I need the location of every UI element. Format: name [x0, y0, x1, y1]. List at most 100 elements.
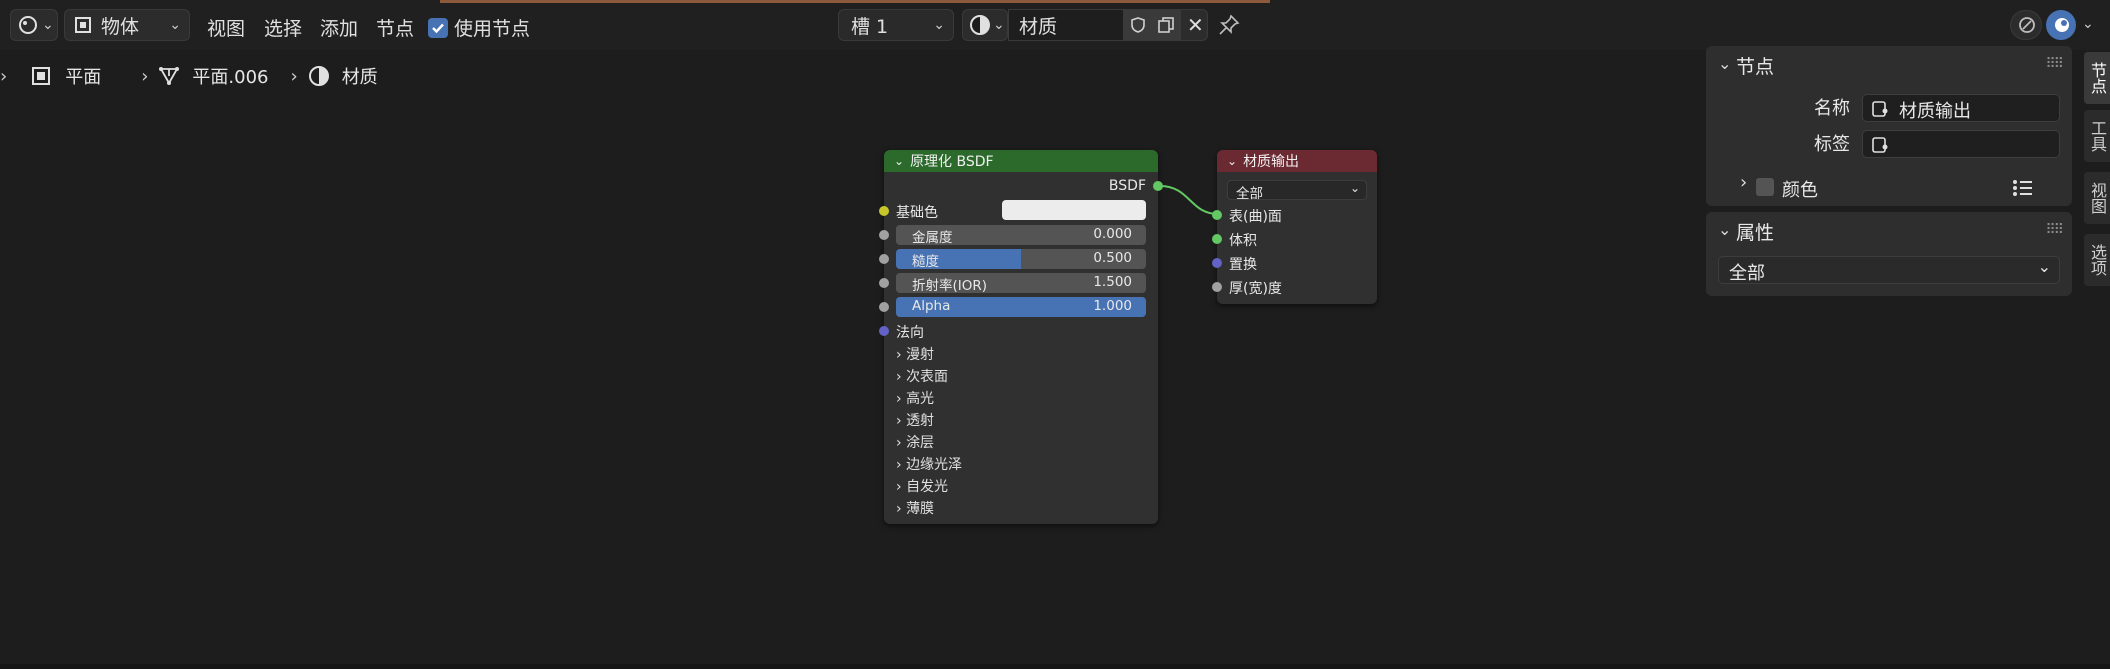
- panel-label: 薄膜: [906, 501, 935, 517]
- fake-user-button[interactable]: [1124, 9, 1152, 41]
- chevron-down-icon[interactable]: ⌄: [1718, 220, 1731, 239]
- menu-node[interactable]: 节点: [376, 14, 414, 41]
- chevron-down-icon: ⌄: [42, 17, 54, 33]
- tab-node[interactable]: 节点: [2084, 52, 2110, 104]
- material-name-field[interactable]: 材质: [1008, 9, 1124, 41]
- input-socket-alpha[interactable]: [879, 302, 889, 312]
- field-label: 糙度: [912, 254, 939, 269]
- slot-label: 槽 1: [851, 15, 889, 38]
- node-label-field[interactable]: [1862, 130, 2060, 158]
- base-color-label: 基础色: [896, 205, 938, 221]
- chevron-down-icon: ⌄: [1227, 154, 1238, 168]
- target-dropdown[interactable]: 全部 ⌄: [1227, 180, 1367, 202]
- node-title: 原理化 BSDF: [910, 154, 994, 170]
- breadcrumb-object: 平面: [65, 67, 102, 88]
- input-socket-thickness[interactable]: [1212, 282, 1222, 292]
- chevron-right-icon[interactable]: ›: [1740, 172, 1747, 193]
- chevron-down-icon: ⌄: [2037, 257, 2051, 276]
- chevron-down-icon[interactable]: ⌄: [1718, 54, 1731, 73]
- tab-tool[interactable]: 工具: [2084, 110, 2110, 162]
- editor-type-button[interactable]: ⌄: [10, 9, 58, 41]
- pin-button[interactable]: [1218, 14, 1240, 36]
- field-value: 0.500: [1093, 250, 1132, 266]
- object-icon: [73, 15, 93, 35]
- panel-title[interactable]: 节点: [1736, 52, 1774, 79]
- use-nodes-toggle[interactable]: 使用节点: [428, 14, 530, 41]
- panel-diffuse[interactable]: › 漫射: [896, 344, 934, 364]
- panel-thin-film[interactable]: › 薄膜: [896, 498, 934, 518]
- mode-label: 物体: [101, 15, 140, 38]
- volume-label: 体积: [1229, 233, 1257, 249]
- color-checkbox[interactable]: [1756, 178, 1774, 196]
- node-name-field[interactable]: 材质输出: [1862, 94, 2060, 122]
- menu-select[interactable]: 选择: [264, 14, 302, 41]
- output-socket-bsdf[interactable]: [1153, 181, 1163, 191]
- input-socket-metallic[interactable]: [879, 230, 889, 240]
- surface-label: 表(曲)面: [1229, 209, 1282, 225]
- window-accent-strip: [440, 0, 1270, 3]
- duplicate-icon: [1157, 16, 1175, 34]
- node-link-bsdf-to-surface: [1159, 185, 1219, 215]
- panel-coat[interactable]: › 涂层: [896, 432, 934, 452]
- material-sphere-icon: [308, 65, 330, 87]
- chevron-down-icon: ⌄: [169, 17, 181, 33]
- drag-handle-icon[interactable]: ⠿⠿: [2045, 222, 2063, 238]
- breadcrumb: › 平面 › 平面.006 › 材质: [0, 58, 378, 94]
- panel-label: 涂层: [906, 435, 935, 451]
- properties-target-dropdown[interactable]: 全部 ⌄: [1718, 256, 2060, 284]
- tab-view[interactable]: 视图: [2084, 172, 2110, 224]
- drag-handle-icon[interactable]: ⠿⠿: [2045, 56, 2063, 72]
- chevron-down-icon[interactable]: ⌄: [2082, 16, 2094, 32]
- material-slot-dropdown[interactable]: 槽 1 ⌄: [838, 9, 954, 41]
- duplicate-material-button[interactable]: [1152, 9, 1180, 41]
- close-icon: ✕: [1187, 13, 1204, 37]
- panel-emission[interactable]: › 自发光: [896, 476, 948, 496]
- gizmo-toggle-button[interactable]: [2046, 10, 2076, 40]
- material-output-node[interactable]: ⌄ 材质输出 全部 ⌄ 表(曲)面 体积 置换 厚(宽)度: [1212, 150, 1377, 304]
- field-label: 折射率(IOR): [912, 278, 988, 293]
- input-socket-roughness[interactable]: [879, 254, 889, 264]
- input-socket-displacement[interactable]: [1212, 258, 1222, 268]
- input-socket-base-color[interactable]: [879, 206, 889, 216]
- breadcrumb-mesh: 平面.006: [192, 67, 269, 88]
- node-header[interactable]: ⌄ 原理化 BSDF: [884, 150, 1158, 172]
- output-bsdf-label: BSDF: [1108, 178, 1146, 194]
- field-label: Alpha: [912, 298, 951, 314]
- panel-transmission[interactable]: › 透射: [896, 410, 934, 430]
- menu-view[interactable]: 视图: [207, 14, 245, 41]
- chevron-right-icon: ›: [896, 501, 902, 517]
- field-value: 1.000: [1093, 298, 1132, 314]
- chevron-down-icon: ⌄: [933, 17, 945, 33]
- input-socket-ior[interactable]: [879, 278, 889, 288]
- metallic-slider[interactable]: 金属度 0.000: [896, 225, 1146, 245]
- node-name-value: 材质输出: [1899, 101, 1971, 122]
- node-icon: [1871, 136, 1889, 154]
- unlink-material-button[interactable]: ✕: [1180, 9, 1208, 41]
- mesh-icon: [158, 65, 180, 87]
- panel-title[interactable]: 属性: [1736, 218, 1774, 245]
- panel-specular[interactable]: › 高光: [896, 388, 934, 408]
- browse-material-button[interactable]: ⌄: [962, 9, 1008, 41]
- chevron-right-icon: ›: [896, 369, 902, 385]
- overlay-icon: [2017, 15, 2037, 35]
- input-socket-normal[interactable]: [879, 326, 889, 336]
- panel-subsurface[interactable]: › 次表面: [896, 366, 948, 386]
- ior-field[interactable]: 折射率(IOR) 1.500: [896, 273, 1146, 293]
- tab-options[interactable]: 选项: [2084, 234, 2110, 286]
- color-label[interactable]: 颜色: [1782, 176, 1818, 202]
- input-socket-surface[interactable]: [1212, 210, 1222, 220]
- principled-bsdf-node[interactable]: ⌄ 原理化 BSDF BSDF 基础色 金属度 0.000 糙度 0.500 折…: [879, 150, 1163, 524]
- base-color-swatch[interactable]: [1002, 200, 1146, 220]
- input-socket-volume[interactable]: [1212, 234, 1222, 244]
- panel-label: 高光: [906, 391, 935, 407]
- roughness-slider[interactable]: 糙度 0.500: [896, 249, 1146, 269]
- overlay-toggle-button[interactable]: [2010, 10, 2042, 40]
- alpha-slider[interactable]: Alpha 1.000: [896, 297, 1146, 317]
- node-editor-header: ⌄ 物体 ⌄ 视图 选择 添加 节点 使用节点 槽 1 ⌄ ⌄ 材质 ✕ ⌄: [0, 0, 2110, 50]
- object-mode-dropdown[interactable]: 物体 ⌄: [64, 9, 190, 41]
- node-header[interactable]: ⌄ 材质输出: [1217, 150, 1377, 172]
- chevron-right-icon: ›: [896, 347, 902, 363]
- list-icon[interactable]: [2012, 178, 2034, 198]
- menu-add[interactable]: 添加: [320, 14, 358, 41]
- panel-sheen[interactable]: › 边缘光泽: [896, 454, 962, 474]
